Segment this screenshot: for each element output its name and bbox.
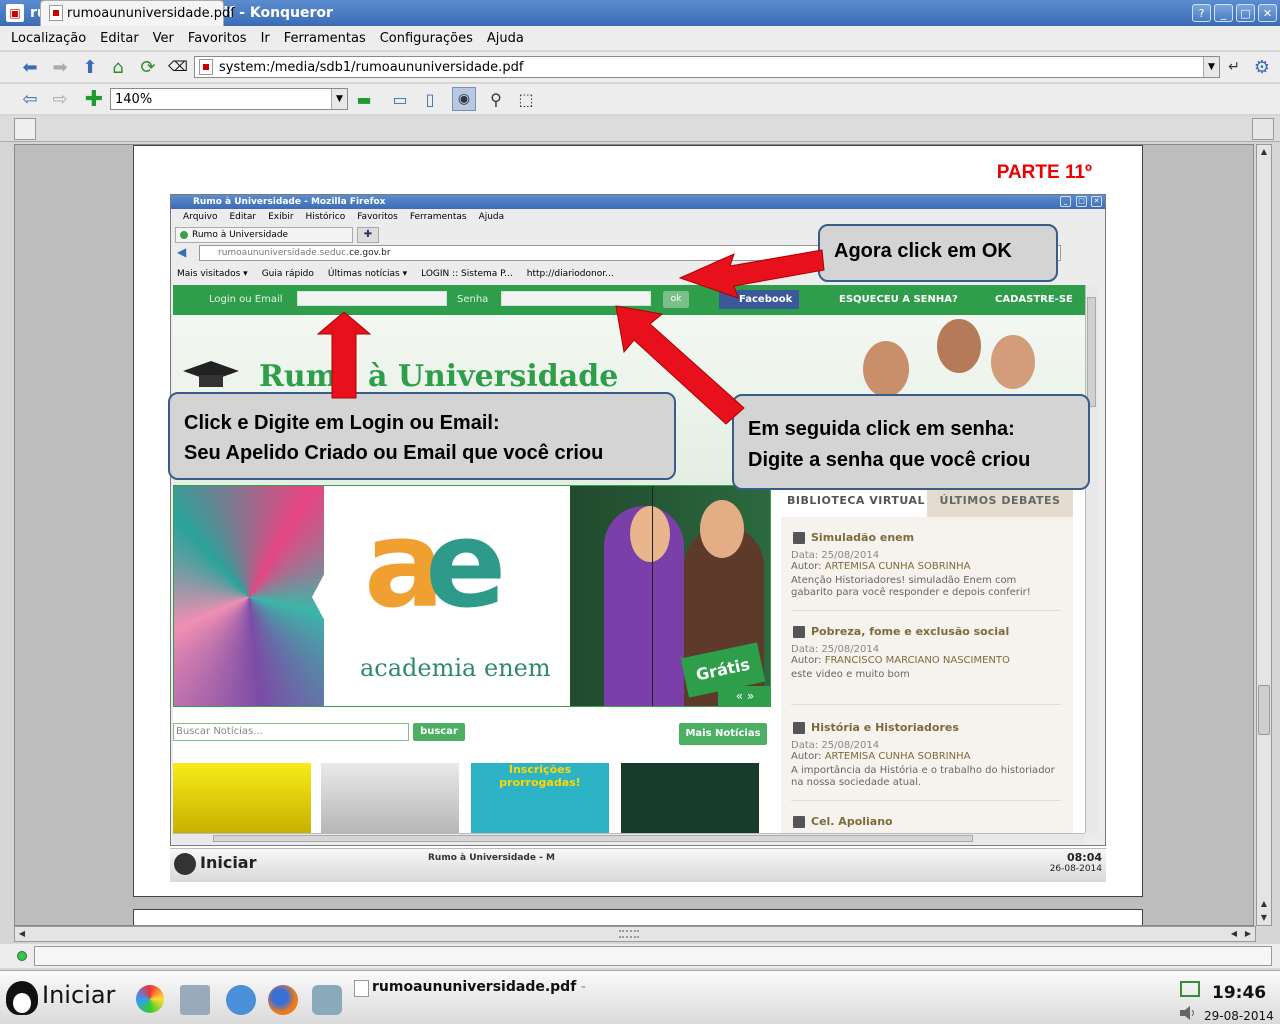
scroll-right-icon[interactable]: ▶	[1241, 927, 1255, 941]
paint-icon[interactable]	[136, 985, 164, 1013]
menu-localizacao[interactable]: Localização	[4, 31, 93, 46]
menu-ir[interactable]: Ir	[254, 31, 277, 46]
inner-clock: 08:04 26-08-2014	[1050, 851, 1102, 874]
system-taskbar: Iniciar rumoaununiversidade.pdf - 19:46 …	[0, 970, 1280, 1024]
arrow-to-login	[316, 311, 372, 399]
zoom-in-icon[interactable]: ✚	[82, 87, 106, 112]
network-status-icon[interactable]	[1180, 981, 1200, 997]
zoom-select[interactable]: 140% ▼	[110, 88, 348, 110]
inner-date: 26-08-2014	[1049, 864, 1102, 874]
tab-bar	[0, 116, 1280, 142]
menu-ver[interactable]: Ver	[146, 31, 181, 46]
close-tab-icon[interactable]	[1252, 118, 1274, 140]
fit-width-icon[interactable]: ▭	[388, 87, 412, 111]
tab-label: rumoaununiversidade.pdf	[67, 6, 235, 21]
pdf-next-page	[133, 909, 1143, 925]
up-icon[interactable]: ⬆	[78, 55, 102, 79]
pdf-page: PARTE 11º Rumo à Universidade - Mozilla …	[133, 145, 1143, 897]
zoom-value: 140%	[115, 91, 153, 107]
reload-icon[interactable]: ⟳	[136, 55, 160, 79]
status-bar	[0, 944, 1280, 968]
pdf-viewer[interactable]: PARTE 11º Rumo à Universidade - Mozilla …	[14, 144, 1254, 926]
menu-editar[interactable]: Editar	[93, 31, 146, 46]
viewer-hscrollbar[interactable]: ◀ ◀ ▶	[14, 926, 1256, 942]
taskbar-item-label: rumoaununiversidade.pdf	[372, 979, 577, 995]
zoom-out-icon[interactable]: ▬	[352, 87, 376, 111]
status-led-icon	[17, 951, 27, 961]
scroll-left-icon[interactable]: ◀	[15, 927, 29, 941]
menu-ferramentas[interactable]: Ferramentas	[277, 31, 373, 46]
pdf-tab-icon	[49, 5, 63, 21]
location-bar[interactable]: system:/media/sdb1/rumoaununiversidade.p…	[194, 56, 1220, 78]
hscroll-grip[interactable]	[619, 930, 639, 938]
select-tool-icon[interactable]: ⬚	[514, 87, 538, 111]
viewer-vscrollbar[interactable]: ▲ ▲ ▼	[1256, 144, 1272, 926]
inner-time: 08:04	[1066, 851, 1102, 864]
clock-time[interactable]: 19:46	[1212, 983, 1266, 1003]
scroll-left-icon[interactable]: ◀	[1227, 927, 1241, 941]
fit-page-icon[interactable]: ▯	[418, 87, 442, 111]
next-page-icon[interactable]: ⇨	[48, 87, 72, 111]
close-button[interactable]: ✕	[1258, 4, 1277, 22]
scroll-down-icon[interactable]: ▼	[1258, 911, 1270, 925]
inner-taskbar: Iniciar Rumo à Universidade - M 08:04 26…	[170, 848, 1106, 882]
back-icon[interactable]: ⬅	[18, 55, 42, 79]
status-text	[34, 946, 1272, 966]
vscroll-thumb[interactable]	[1258, 685, 1270, 735]
browse-tool-icon[interactable]: ◉	[452, 87, 476, 111]
inner-start: Iniciar	[174, 853, 256, 875]
scroll-up-icon[interactable]: ▲	[1258, 897, 1270, 911]
arrow-to-senha	[615, 305, 745, 425]
maximize-button[interactable]: □	[1236, 4, 1255, 22]
clock-date: 29-08-2014	[1204, 1009, 1274, 1023]
start-button[interactable]: Iniciar	[4, 981, 115, 1009]
konqueror-gear-icon[interactable]: ⚙	[1250, 55, 1274, 79]
pdf-app-icon: ▣	[6, 4, 24, 22]
network-browser-icon[interactable]	[226, 985, 256, 1015]
pdf-file-icon	[199, 59, 213, 75]
previous-page-icon[interactable]: ⇦	[18, 87, 42, 111]
minimize-button[interactable]: _	[1214, 4, 1233, 22]
tab-pdf[interactable]: rumoaununiversidade.pdf	[40, 0, 235, 26]
inner-task-item: Rumo à Universidade - M	[428, 853, 555, 863]
instruction-arrows	[316, 249, 825, 425]
clear-location-icon[interactable]: ⌫	[166, 55, 190, 79]
menu-configuracoes[interactable]: Configurações	[373, 31, 480, 46]
help-button[interactable]: ?	[1192, 4, 1211, 22]
firefox-icon[interactable]	[268, 985, 298, 1015]
zoom-dropdown-icon[interactable]: ▼	[331, 89, 347, 109]
location-dropdown-icon[interactable]: ▼	[1203, 57, 1219, 77]
menu-ajuda[interactable]: Ajuda	[480, 31, 531, 46]
taskbar-item-pdf[interactable]: rumoaununiversidade.pdf -	[354, 979, 586, 997]
computer-icon[interactable]	[180, 985, 210, 1015]
magnifier-icon[interactable]: ⚲	[484, 87, 508, 111]
new-tab-icon[interactable]	[14, 118, 36, 140]
scroll-up-icon[interactable]: ▲	[1258, 145, 1270, 159]
volume-icon[interactable]	[1178, 1005, 1198, 1021]
trash-icon[interactable]	[312, 985, 342, 1015]
arrow-to-ok	[678, 249, 825, 299]
taskbar-item-suffix: -	[576, 979, 586, 995]
go-icon[interactable]: ↵	[1222, 55, 1246, 79]
forward-icon[interactable]: ➡	[48, 55, 72, 79]
home-icon[interactable]: ⌂	[106, 55, 130, 79]
menubar: Localização Editar Ver Favoritos Ir Ferr…	[0, 26, 1280, 50]
menu-favoritos[interactable]: Favoritos	[181, 31, 254, 46]
location-url: system:/media/sdb1/rumoaununiversidade.p…	[219, 59, 524, 75]
